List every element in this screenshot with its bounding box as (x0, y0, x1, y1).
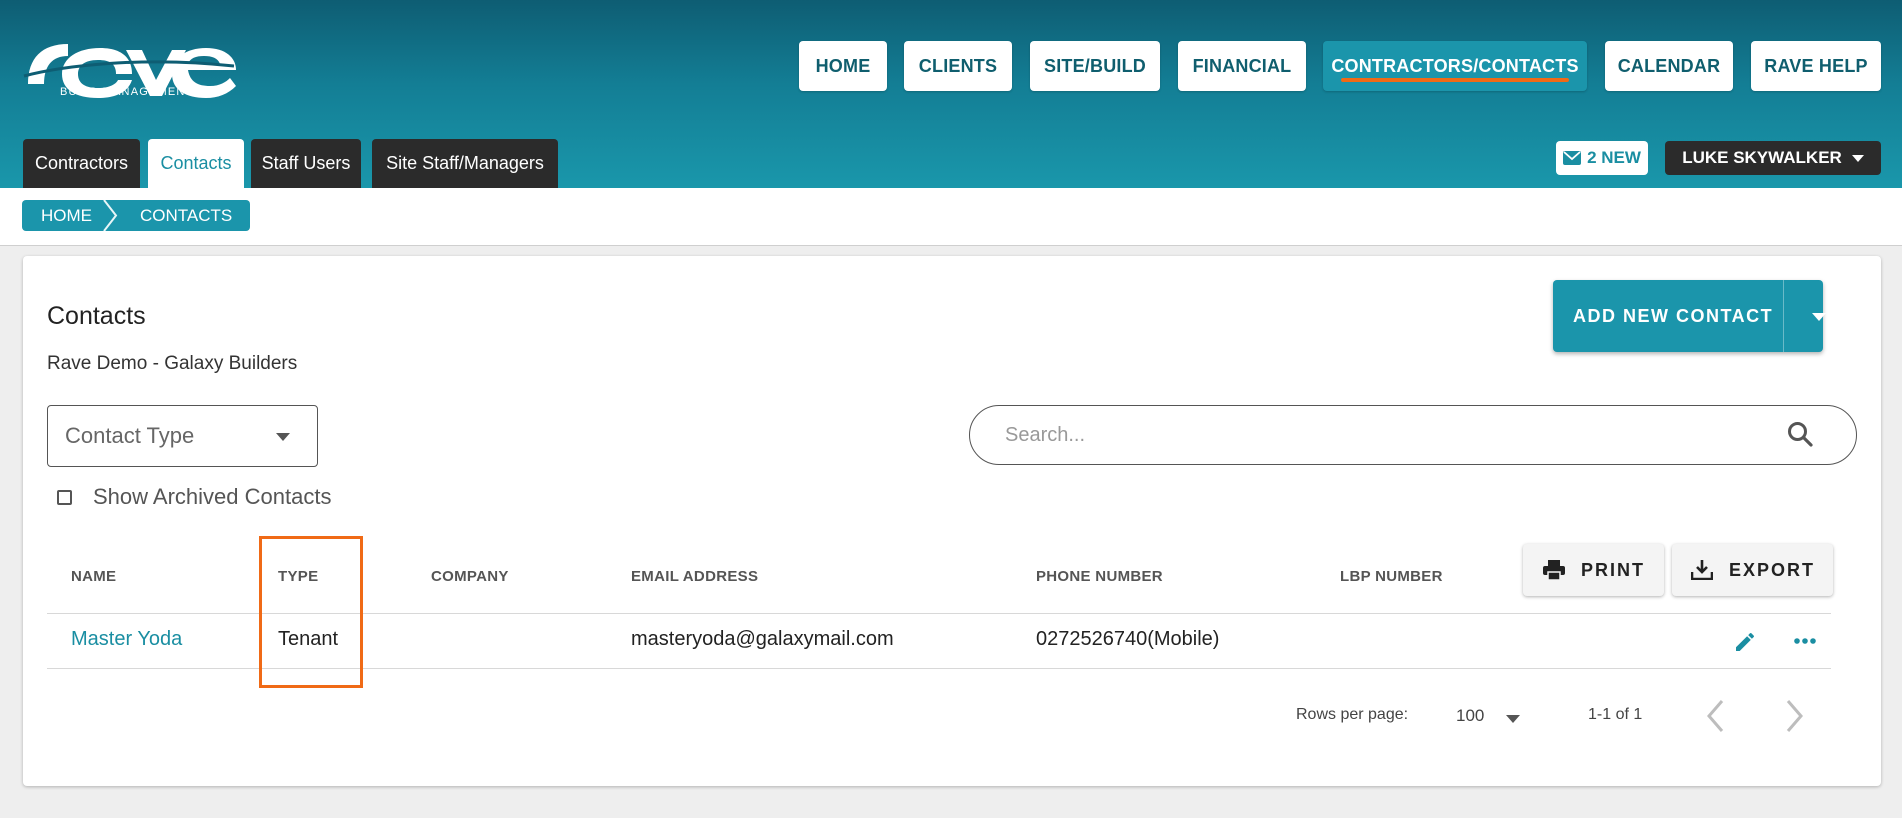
download-icon (1691, 560, 1713, 580)
tab-staff-users[interactable]: Staff Users (251, 139, 361, 188)
column-header-phone[interactable]: PHONE NUMBER (1036, 568, 1163, 585)
search-icon[interactable] (1787, 421, 1813, 447)
print-label: PRINT (1581, 559, 1645, 580)
nav-contractors-contacts[interactable]: CONTRACTORS/CONTACTS (1323, 41, 1587, 91)
show-archived-toggle[interactable]: Show Archived Contacts (57, 484, 331, 510)
logo-tagline: BUILD MANAGEMENT (60, 86, 194, 98)
messages-button[interactable]: 2 NEW (1556, 141, 1648, 175)
page-title: Contacts (47, 302, 146, 330)
contact-phone-cell: 0272526740(Mobile) (1036, 628, 1220, 650)
user-name: LUKE SKYWALKER (1682, 148, 1842, 167)
column-header-company[interactable]: COMPANY (431, 568, 509, 585)
add-contact-dropdown-icon[interactable] (1812, 313, 1826, 321)
search-box (969, 405, 1857, 465)
page-subtitle: Rave Demo - Galaxy Builders (47, 353, 298, 374)
nav-contractors-contacts-label: CONTRACTORS/CONTACTS (1331, 55, 1579, 76)
active-nav-underline (1341, 78, 1569, 82)
add-new-contact-label: ADD NEW CONTACT (1573, 305, 1774, 326)
contact-name-link[interactable]: Master Yoda (71, 628, 182, 651)
tab-site-staff-managers[interactable]: Site Staff/Managers (372, 139, 558, 188)
contact-type-label: Contact Type (65, 423, 195, 448)
tab-contractors[interactable]: Contractors (23, 139, 140, 188)
type-column-highlight (259, 536, 363, 688)
edit-icon[interactable] (1733, 630, 1757, 654)
show-archived-label: Show Archived Contacts (93, 484, 332, 509)
chevron-right-icon[interactable] (1783, 698, 1805, 734)
rows-per-page-select[interactable]: 100 (1456, 706, 1484, 726)
export-label: EXPORT (1729, 559, 1816, 580)
nav-financial[interactable]: FINANCIAL (1178, 41, 1306, 91)
nav-home[interactable]: HOME (799, 41, 887, 91)
tab-contacts[interactable]: Contacts (148, 139, 244, 188)
more-options-icon[interactable] (1793, 637, 1817, 645)
messages-count: 2 NEW (1587, 148, 1641, 167)
pagination-range: 1-1 of 1 (1588, 706, 1643, 723)
search-input[interactable] (1005, 420, 1745, 450)
column-header-name[interactable]: NAME (71, 568, 116, 585)
breadcrumb-contacts[interactable]: CONTACTS (114, 200, 251, 231)
breadcrumb-bar (0, 188, 1902, 246)
printer-icon (1543, 560, 1565, 580)
rows-per-page-label: Rows per page: (1296, 706, 1409, 723)
envelope-icon (1563, 151, 1582, 165)
contact-type-select[interactable]: Contact Type (47, 405, 318, 467)
breadcrumb: HOME CONTACTS (22, 200, 251, 231)
chevron-down-icon (1851, 154, 1864, 162)
export-button[interactable]: EXPORT (1672, 544, 1833, 596)
button-divider (1783, 280, 1784, 352)
breadcrumb-home[interactable]: HOME (22, 200, 114, 231)
show-archived-checkbox[interactable] (57, 489, 72, 505)
print-button[interactable]: PRINT (1523, 544, 1664, 596)
column-header-email[interactable]: EMAIL ADDRESS (631, 568, 758, 585)
nav-clients[interactable]: CLIENTS (904, 41, 1012, 91)
user-menu-button[interactable]: LUKE SKYWALKER (1665, 141, 1881, 175)
column-header-lbp[interactable]: LBP NUMBER (1340, 568, 1443, 585)
nav-calendar[interactable]: CALENDAR (1605, 41, 1733, 91)
chevron-left-icon[interactable] (1705, 698, 1727, 734)
nav-site-build[interactable]: SITE/BUILD (1030, 41, 1160, 91)
breadcrumb-separator-icon (103, 200, 118, 231)
add-new-contact-button[interactable]: ADD NEW CONTACT (1553, 280, 1823, 352)
chevron-down-icon (276, 433, 290, 441)
chevron-down-icon[interactable] (1506, 715, 1520, 723)
contact-email-cell: masteryoda@galaxymail.com (631, 628, 894, 650)
nav-rave-help[interactable]: RAVE HELP (1751, 41, 1881, 91)
